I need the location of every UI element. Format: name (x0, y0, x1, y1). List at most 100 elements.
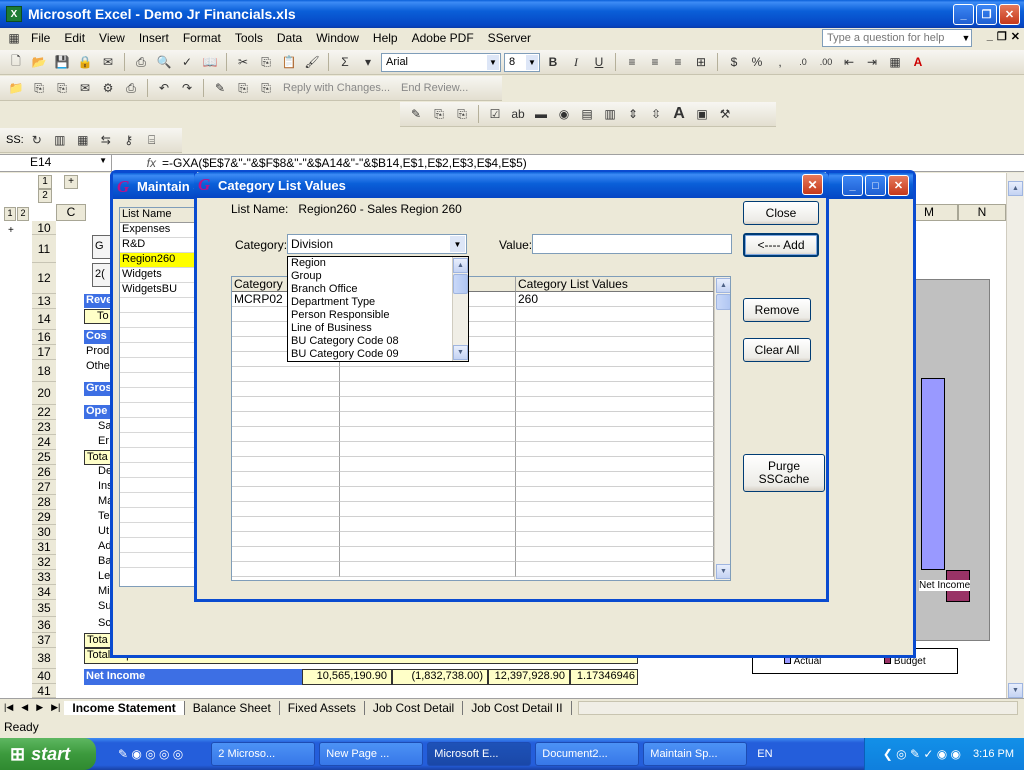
row-header[interactable]: 41 (32, 684, 56, 698)
email-icon[interactable]: ✉ (98, 53, 118, 71)
dropdown-scrollbar[interactable]: ▲ ▼ (452, 257, 468, 361)
align-left-icon[interactable]: ≡ (622, 53, 642, 71)
grid-empty-cell[interactable] (340, 517, 516, 532)
grid-empty-cell[interactable] (340, 442, 516, 457)
doc-close-button[interactable]: ✕ (1011, 30, 1020, 43)
grid-cell-value[interactable]: 260 (516, 292, 714, 307)
row-outline-2[interactable]: 2 (17, 207, 29, 221)
list-item[interactable] (120, 388, 198, 403)
align-center-icon[interactable]: ≡ (645, 53, 665, 71)
restore-button[interactable]: ❐ (976, 4, 997, 25)
list-item[interactable] (120, 433, 198, 448)
row-header[interactable]: 40 (32, 669, 56, 684)
scrollbar-icon[interactable]: ⇕ (623, 105, 643, 123)
value-input[interactable] (532, 234, 732, 254)
maintain-minimize-button[interactable]: _ (842, 175, 863, 196)
row-header[interactable]: 32 (32, 555, 56, 570)
checkbox-icon[interactable]: ☑ (485, 105, 505, 123)
spinner-icon[interactable]: ⇳ (646, 105, 666, 123)
grid-empty-cell[interactable] (232, 487, 340, 502)
grid-empty-cell[interactable] (340, 457, 516, 472)
row-header[interactable]: 11 (32, 235, 56, 263)
dropdown-scroll-up-icon[interactable]: ▲ (453, 258, 468, 273)
list-item[interactable] (120, 358, 198, 373)
row-header[interactable]: 16 (32, 330, 56, 345)
tab-fixed-assets[interactable]: Fixed Assets (280, 700, 365, 715)
font-dropdown-icon[interactable]: ▼ (487, 54, 499, 70)
review-icon-4[interactable]: ⚙ (98, 79, 118, 97)
row-header[interactable]: 31 (32, 540, 56, 555)
size-dropdown-icon[interactable]: ▼ (526, 54, 538, 70)
dropdown-option[interactable]: Branch Office (288, 283, 468, 296)
clock[interactable]: 3:16 PM (973, 748, 1014, 760)
menu-format[interactable]: Format (176, 31, 228, 45)
percent-icon[interactable]: % (747, 53, 767, 71)
form-icon-2[interactable]: ⎘ (429, 105, 449, 123)
horizontal-scrollbar[interactable] (577, 700, 1018, 715)
list-item[interactable] (120, 553, 198, 568)
grid-empty-cell[interactable] (232, 457, 340, 472)
menu-file[interactable]: File (24, 31, 57, 45)
permission-icon[interactable]: 🔒 (75, 53, 95, 71)
form-icon-3[interactable]: ⎘ (452, 105, 472, 123)
tray-icons[interactable]: ❮ ◎ ✎ ✓ ◉ ◉ (883, 747, 961, 761)
ss-network-icon[interactable]: ⌸ (142, 131, 162, 149)
list-item[interactable] (120, 478, 198, 493)
review-icon-2[interactable]: ⎘ (52, 79, 72, 97)
column-header-c[interactable]: C (56, 204, 86, 221)
dropdown-scroll-thumb[interactable] (453, 274, 468, 294)
review-icon-3[interactable]: ✉ (75, 79, 95, 97)
grid-empty-cell[interactable] (232, 442, 340, 457)
dropdown-scroll-down-icon[interactable]: ▼ (453, 345, 468, 360)
dropdown-option[interactable]: BU Category Code 09 (288, 348, 468, 361)
paste-icon[interactable]: 📋 (279, 53, 299, 71)
row-header[interactable]: 27 (32, 480, 56, 495)
grid-empty-cell[interactable] (340, 502, 516, 517)
grid-empty-cell[interactable] (232, 382, 340, 397)
grid-empty-cell[interactable] (340, 367, 516, 382)
dialog-close-icon[interactable]: ✕ (802, 174, 823, 195)
grid-header-values[interactable]: Category List Values (516, 277, 714, 292)
increase-indent-icon[interactable]: ⇥ (862, 53, 882, 71)
font-name-select[interactable]: Arial ▼ (381, 52, 501, 72)
tab-job-cost-detail[interactable]: Job Cost Detail (365, 700, 464, 715)
row-header[interactable]: 36 (32, 617, 56, 633)
list-item[interactable] (120, 508, 198, 523)
decrease-indent-icon[interactable]: ⇤ (839, 53, 859, 71)
grid-empty-cell[interactable] (516, 472, 714, 487)
row-header[interactable]: 37 (32, 633, 56, 648)
review-icon-1[interactable]: ⎘ (29, 79, 49, 97)
task-maintain-sp[interactable]: Maintain Sp... (643, 742, 748, 766)
maintain-close-button[interactable]: ✕ (888, 175, 909, 196)
currency-icon[interactable]: $ (724, 53, 744, 71)
grid-empty-cell[interactable] (516, 517, 714, 532)
row-header[interactable]: 25 (32, 450, 56, 465)
column-header-n[interactable]: N (958, 204, 1006, 221)
category-dropdown-icon[interactable]: ▼ (450, 236, 465, 252)
net-income-label[interactable]: Net Income (84, 669, 302, 685)
toolbar-options-icon[interactable]: ▾ (358, 53, 378, 71)
row-header[interactable]: 13 (32, 294, 56, 309)
grid-empty-cell[interactable] (516, 352, 714, 367)
excel-doc-icon[interactable]: ▦ (4, 29, 24, 47)
grid-empty-cell[interactable] (516, 412, 714, 427)
list-item[interactable] (120, 418, 198, 433)
add-button[interactable]: <---- Add (743, 233, 819, 257)
grid-empty-cell[interactable] (516, 397, 714, 412)
dropdown-option[interactable]: Group (288, 270, 468, 283)
name-box[interactable]: E14 ▼ (0, 155, 112, 171)
list-item-selected[interactable]: Region260 (120, 253, 198, 268)
row-header[interactable]: 10 (32, 221, 56, 235)
list-name-table[interactable]: List Name Expenses R&D Region260 Widgets… (119, 207, 199, 587)
grid-empty-cell[interactable] (516, 562, 714, 577)
ss-link-icon[interactable]: ⇆ (96, 131, 116, 149)
textbox-icon[interactable]: ab (508, 105, 528, 123)
grid-empty-cell[interactable] (516, 442, 714, 457)
grid-empty-cell[interactable] (340, 547, 516, 562)
task-microsoft[interactable]: 2 Microso... (211, 742, 316, 766)
review-icon-7[interactable]: ↷ (177, 79, 197, 97)
row-header[interactable]: 14 (32, 309, 56, 330)
net-income-value-2[interactable]: (1,832,738.00) (392, 669, 488, 685)
menu-data[interactable]: Data (270, 31, 309, 45)
doc-restore-button[interactable]: ❐ (997, 30, 1007, 43)
